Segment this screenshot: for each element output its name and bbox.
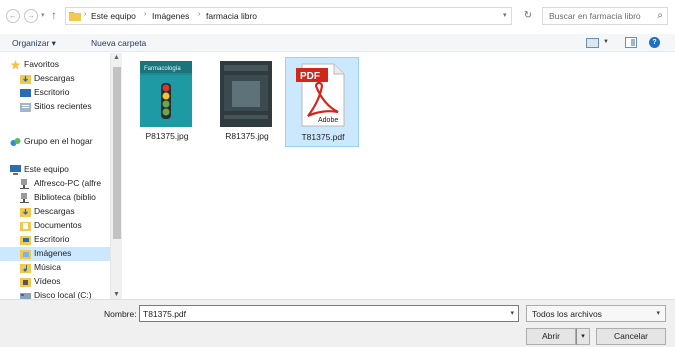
book-cover-thumbnail: Farmacología xyxy=(140,61,192,127)
nav-item-este-equipo[interactable]: Este equipo xyxy=(0,163,110,177)
address-bar[interactable]: › Este equipo › Imágenes › farmacia libr… xyxy=(65,7,512,25)
navigation-pane: Favoritos Descargas Escritorio Sitios re… xyxy=(0,53,123,299)
network-drive-icon xyxy=(20,179,29,189)
file-name: T81375.pdf xyxy=(301,132,345,142)
chevron-right-icon: › xyxy=(144,11,147,18)
cover-title: Farmacología xyxy=(144,66,181,72)
desktop-icon xyxy=(20,89,31,97)
music-folder-icon xyxy=(20,264,31,273)
view-options-dropdown[interactable]: ▼ xyxy=(603,39,609,45)
folder-icon xyxy=(69,12,81,21)
file-type-value: Todos los archivos xyxy=(532,309,602,319)
file-item-p81375[interactable]: Farmacología P81375.jpg xyxy=(130,57,204,147)
documents-folder-icon xyxy=(20,222,31,231)
nav-item-imagenes[interactable]: Imágenes xyxy=(0,247,110,261)
nav-item-descargas-2[interactable]: Descargas xyxy=(0,205,110,219)
pictures-folder-icon xyxy=(20,250,31,259)
search-input[interactable]: Buscar en farmacia libro ⌕ xyxy=(542,7,668,25)
file-type-select[interactable]: Todos los archivos ▾ xyxy=(526,305,666,322)
filename-input[interactable] xyxy=(140,306,490,321)
drive-icon xyxy=(20,293,31,299)
recent-places-icon xyxy=(20,103,31,112)
downloads-folder-icon xyxy=(20,208,31,217)
desktop-folder-icon xyxy=(20,236,31,245)
scroll-down-icon[interactable]: ▼ xyxy=(113,291,120,298)
up-arrow-icon[interactable]: ↑ xyxy=(51,8,57,22)
chevron-down-icon: ▾ xyxy=(656,310,660,317)
search-placeholder: Buscar en farmacia libro xyxy=(549,11,641,21)
preview-pane-icon[interactable] xyxy=(625,37,637,48)
chevron-right-icon: › xyxy=(84,11,87,18)
breadcrumb-este-equipo[interactable]: Este equipo xyxy=(91,11,136,21)
nav-item-biblioteca[interactable]: Biblioteca (biblio xyxy=(0,191,110,205)
forward-button[interactable]: → xyxy=(24,9,38,23)
filename-dropdown-icon[interactable]: ▾ xyxy=(510,309,514,317)
file-item-t81375[interactable]: PDF Adobe T81375.pdf xyxy=(285,57,359,147)
pdf-file-icon: PDF Adobe xyxy=(296,63,345,127)
refresh-icon[interactable]: ↻ xyxy=(521,7,535,25)
network-drive-icon xyxy=(20,193,29,203)
scrollbar-thumb[interactable] xyxy=(113,67,121,239)
nav-item-videos[interactable]: Vídeos xyxy=(0,275,110,289)
nav-item-alfresco-pc[interactable]: Alfresco-PC (alfre xyxy=(0,177,110,191)
pdf-badge: PDF xyxy=(300,71,320,82)
change-view-icon[interactable] xyxy=(586,38,599,48)
nav-item-musica[interactable]: Música xyxy=(0,261,110,275)
breadcrumb-imagenes[interactable]: Imágenes xyxy=(152,11,189,21)
open-button[interactable]: Abrir xyxy=(526,328,576,345)
file-list: Farmacología P81375.jpg R81375.jpg PDF A… xyxy=(124,53,675,299)
address-history-dropdown[interactable]: ▾ xyxy=(503,11,507,19)
back-button[interactable]: ← xyxy=(6,9,20,23)
downloads-folder-icon xyxy=(20,75,31,84)
adobe-label: Adobe xyxy=(318,117,338,124)
help-icon[interactable]: ? xyxy=(649,37,660,48)
filename-field[interactable]: ▾ xyxy=(139,305,519,322)
command-toolbar: Organizar ▾ Nueva carpeta ▼ ? xyxy=(0,34,675,52)
breadcrumb-farmacia-libro[interactable]: farmacia libro xyxy=(206,11,257,21)
organize-button[interactable]: Organizar ▾ xyxy=(12,38,56,49)
star-icon xyxy=(10,60,21,70)
file-name: R81375.jpg xyxy=(225,131,269,141)
navigation-scrollbar[interactable]: ▲ ▼ xyxy=(110,53,122,299)
nav-item-escritorio[interactable]: Escritorio xyxy=(0,86,110,100)
cancel-button[interactable]: Cancelar xyxy=(596,328,666,345)
dialog-footer: Nombre: ▾ Todos los archivos ▾ Abrir ▾ C… xyxy=(0,299,675,347)
search-icon[interactable]: ⌕ xyxy=(657,10,663,21)
new-folder-button[interactable]: Nueva carpeta xyxy=(91,38,146,48)
file-name: P81375.jpg xyxy=(145,131,189,141)
scroll-up-icon[interactable]: ▲ xyxy=(113,54,120,61)
nav-item-descargas[interactable]: Descargas xyxy=(0,72,110,86)
nav-item-documentos[interactable]: Documentos xyxy=(0,219,110,233)
address-row: ← → ▾ ↑ › Este equipo › Imágenes › farma… xyxy=(0,0,675,34)
homegroup-icon xyxy=(10,138,21,146)
chevron-right-icon: › xyxy=(198,11,201,18)
nav-item-favoritos[interactable]: Favoritos xyxy=(0,58,110,72)
nav-item-escritorio-2[interactable]: Escritorio xyxy=(0,233,110,247)
computer-icon xyxy=(10,165,21,175)
nav-item-sitios-recientes[interactable]: Sitios recientes xyxy=(0,100,110,114)
videos-folder-icon xyxy=(20,278,31,287)
nav-item-disco-local[interactable]: Disco local (C:) xyxy=(0,289,110,299)
filename-label: Nombre: xyxy=(104,309,137,319)
nav-item-grupo-hogar[interactable]: Grupo en el hogar xyxy=(0,135,110,149)
open-options-dropdown[interactable]: ▾ xyxy=(576,328,590,345)
recent-locations-dropdown[interactable]: ▾ xyxy=(41,11,45,19)
file-item-r81375[interactable]: R81375.jpg xyxy=(210,57,284,147)
book-cover-thumbnail xyxy=(220,61,272,127)
